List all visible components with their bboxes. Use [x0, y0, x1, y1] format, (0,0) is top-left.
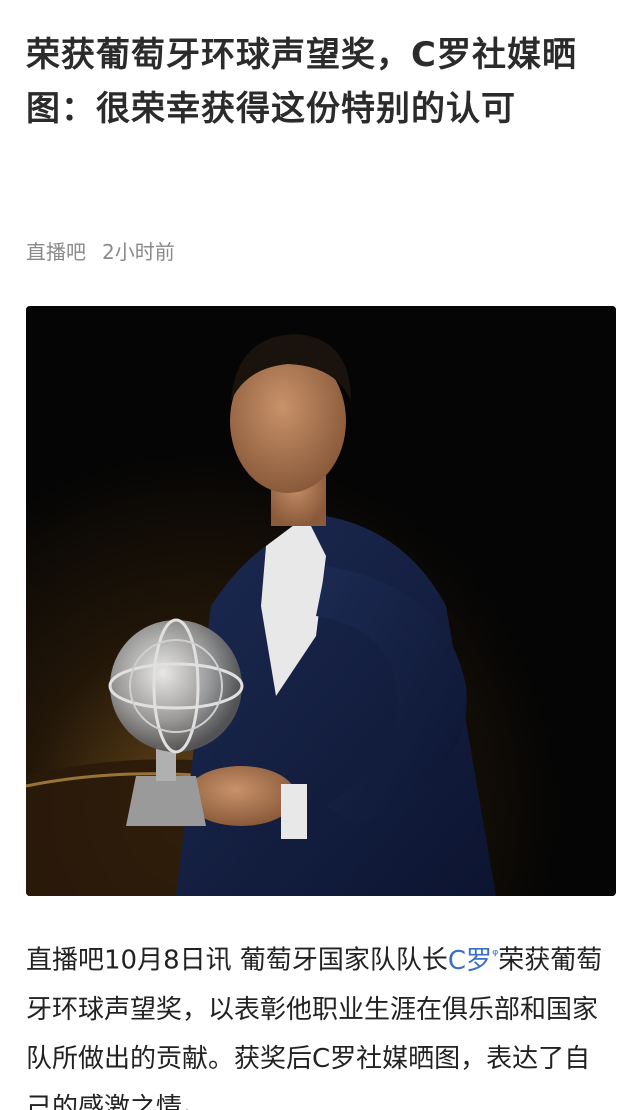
body-lead: 直播吧10月8日讯 葡萄牙国家队队长	[26, 945, 448, 976]
article-meta: 直播吧 2小时前	[26, 236, 175, 265]
player-link[interactable]: C罗ᵠ	[448, 945, 498, 976]
article-photo[interactable]	[26, 306, 616, 896]
article-body: 直播吧10月8日讯 葡萄牙国家队队长C罗ᵠ荣获葡萄牙环球声望奖，以表彰他职业生涯…	[26, 930, 616, 1110]
article-time: 2小时前	[102, 240, 175, 264]
photo-illustration	[26, 306, 616, 896]
player-link-label[interactable]: C罗	[448, 946, 492, 976]
article-source[interactable]: 直播吧	[26, 236, 86, 265]
article-title: 荣获葡萄牙环球声望奖，C罗社媒晒图：很荣幸获得这份特别的认可	[26, 35, 577, 129]
